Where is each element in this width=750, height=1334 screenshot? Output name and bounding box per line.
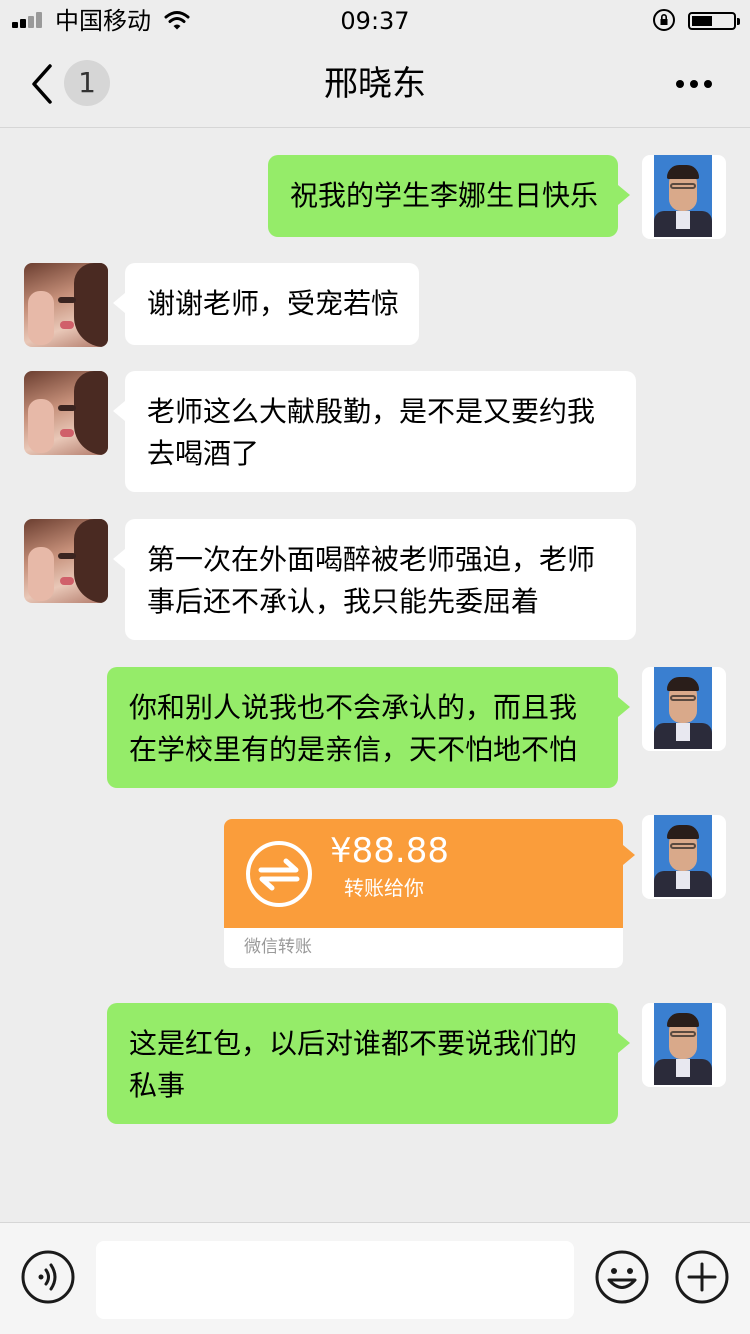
avatar-self[interactable] — [642, 155, 726, 239]
avatar-self[interactable] — [642, 815, 726, 899]
avatar-contact[interactable] — [24, 519, 108, 603]
message-text: 你和别人说我也不会承认的，而且我在学校里有的是亲信，天不怕地不怕 — [129, 691, 578, 766]
avatar-contact[interactable] — [24, 371, 108, 455]
message-text: 谢谢老师，受宠若惊 — [147, 287, 400, 320]
avatar-contact[interactable] — [24, 263, 108, 347]
transfer-arrows-icon — [246, 841, 312, 907]
voice-icon[interactable] — [20, 1249, 76, 1305]
avatar-self[interactable] — [642, 1003, 726, 1087]
message-bubble-received[interactable]: 第一次在外面喝醉被老师强迫，老师事后还不承认，我只能先委屈着 — [113, 519, 636, 640]
message-bubble-sent[interactable]: 祝我的学生李娜生日快乐 — [268, 155, 630, 237]
battery-icon — [688, 12, 740, 30]
message-bubble-sent[interactable]: 这是红包，以后对谁都不要说我们的私事 — [107, 1003, 630, 1124]
message-bubble-received[interactable]: 老师这么大献殷勤，是不是又要约我去喝酒了 — [113, 371, 636, 492]
status-bar: 中国移动 09:37 — [0, 0, 750, 40]
money-transfer-card[interactable]: ¥88.88 转账给你 微信转账 — [224, 819, 635, 968]
transfer-amount: ¥88.88 — [330, 831, 449, 871]
message-text: 老师这么大献殷勤，是不是又要约我去喝酒了 — [147, 395, 596, 470]
message-text: 这是红包，以后对谁都不要说我们的私事 — [129, 1027, 578, 1102]
plus-icon[interactable] — [674, 1249, 730, 1305]
transfer-note: 转账给你 — [344, 876, 424, 900]
chat-title: 邢晓东 — [324, 64, 426, 104]
rotation-lock-icon — [653, 9, 675, 31]
message-bubble-received[interactable]: 谢谢老师，受宠若惊 — [113, 263, 419, 345]
transfer-source-label: 微信转账 — [244, 937, 312, 957]
more-dots-icon[interactable] — [672, 78, 716, 90]
message-bubble-sent[interactable]: 你和别人说我也不会承认的，而且我在学校里有的是亲信，天不怕地不怕 — [107, 667, 630, 788]
avatar-self[interactable] — [642, 667, 726, 751]
status-time: 09:37 — [340, 7, 410, 35]
message-text: 祝我的学生李娜生日快乐 — [290, 179, 599, 212]
message-text: 第一次在外面喝醉被老师强迫，老师事后还不承认，我只能先委屈着 — [147, 543, 596, 618]
message-input[interactable] — [96, 1241, 574, 1319]
chat-header: 1 邢晓东 — [0, 40, 750, 128]
battery-fill — [692, 16, 712, 26]
transfer-card-header: ¥88.88 转账给你 — [224, 819, 635, 928]
message-input-bar — [0, 1222, 750, 1334]
emoji-icon[interactable] — [594, 1249, 650, 1305]
